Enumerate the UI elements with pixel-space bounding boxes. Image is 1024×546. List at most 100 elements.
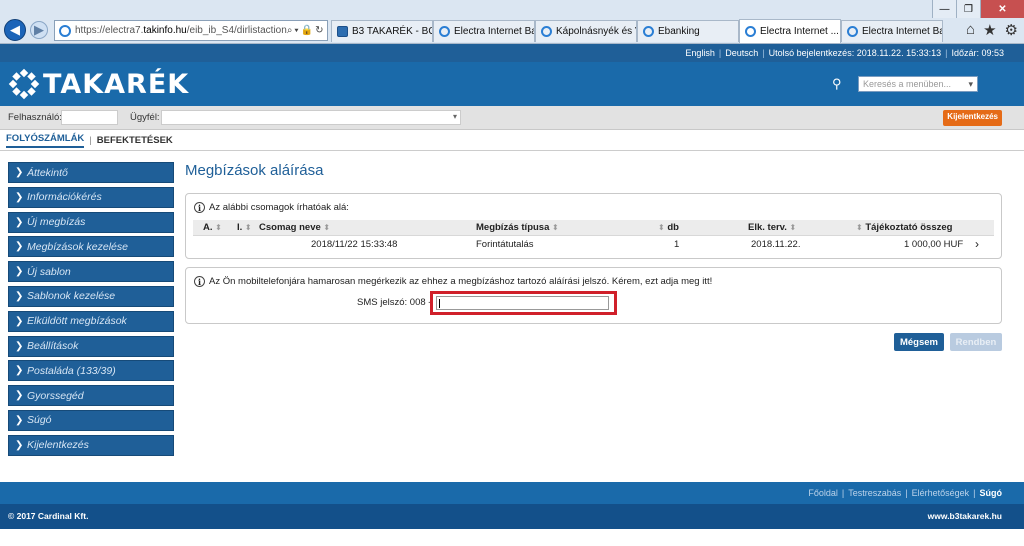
menu-search-select[interactable]: Keresés a menüben... ▾ <box>858 76 978 92</box>
sidebar-item-manage-templates[interactable]: ❯ Sablonok kezelése <box>8 285 174 307</box>
sidebar-item-logout[interactable]: ❯ Kijelentkezés <box>8 434 174 456</box>
section-tabs: FOLYÓSZÁMLÁK | BEFEKTETÉSEK <box>0 131 1024 151</box>
separator: | <box>945 48 948 58</box>
footer-customize-link[interactable]: Testreszabás <box>848 488 901 498</box>
tab-b3-takarek[interactable]: B3 TAKARÉK - BO... <box>331 20 433 42</box>
sidebar-item-help[interactable]: ❯ Súgó <box>8 409 174 431</box>
user-bar: Felhasználó: Ügyfél: ▾ Kijelentkezés <box>0 106 1024 130</box>
chevron-right-icon: ❯ <box>15 167 24 178</box>
search-icon[interactable]: ⚲ <box>832 76 842 92</box>
tab-label: Ebanking <box>658 26 700 37</box>
sidebar-item-overview[interactable]: ❯ Áttekintő <box>8 162 174 183</box>
tab-investments[interactable]: BEFEKTETÉSEK <box>97 135 173 146</box>
tab-ebanking[interactable]: Ebanking <box>637 20 739 42</box>
sidebar-item-mailbox[interactable]: ❯ Postaláda (133/39) <box>8 360 174 382</box>
col-planned[interactable]: Elk. terv. ⬍ <box>748 222 796 233</box>
sidebar-item-label: Új megbízás <box>27 216 86 229</box>
info-icon: i <box>194 276 205 287</box>
restore-button[interactable]: ❐ <box>956 0 980 18</box>
takarek-logo[interactable]: TAKARÉK <box>8 67 189 101</box>
address-path: /eib_ib_S4/dirlistaction <box>186 25 287 36</box>
last-login-text: Utolsó bejelentkezés: 2018.11.22. 15:33:… <box>768 48 942 58</box>
minimize-button[interactable]: — <box>932 0 956 18</box>
cell-type: Forintátutalás <box>476 239 534 250</box>
tab-electra-active[interactable]: Electra Internet ...✕ <box>739 19 841 43</box>
separator: | <box>905 488 908 498</box>
separator: | <box>841 488 845 498</box>
client-select[interactable]: ▾ <box>161 110 461 125</box>
sidebar-item-new-order[interactable]: ❯ Új megbízás <box>8 211 174 233</box>
tab-electra-2[interactable]: Electra Internet Ba... <box>841 20 943 42</box>
deutsch-link[interactable]: Deutsch <box>725 48 758 58</box>
chevron-right-icon: ❯ <box>15 216 24 228</box>
chevron-right-icon: ❯ <box>15 390 24 402</box>
tab-label: Electra Internet Ba... <box>862 26 942 37</box>
packages-panel: i Az alábbi csomagok írhatóak alá: A. ⬍ … <box>185 193 1002 259</box>
col-i[interactable]: I. ⬍ <box>237 222 252 233</box>
col-amount-label: Tájékoztató összeg <box>865 222 953 233</box>
tab-label: Kápolnásnyék és V... <box>556 26 636 37</box>
back-button[interactable]: ◀ <box>4 19 26 41</box>
tab-electra-1[interactable]: Electra Internet Ba... <box>433 20 535 42</box>
sort-icon: ⬍ <box>552 223 559 232</box>
col-db[interactable]: ⬍ db <box>658 222 679 233</box>
tab-label: Electra Internet ... <box>760 26 839 37</box>
cell-planned: 2018.11.22. <box>751 239 801 250</box>
favorites-star-icon[interactable]: ★ <box>983 21 996 39</box>
col-db-label: db <box>667 222 679 233</box>
footer-home-link[interactable]: Főoldal <box>808 488 838 498</box>
chevron-right-icon: ❯ <box>15 290 24 302</box>
row-expand-chevron-icon[interactable]: › <box>975 237 979 251</box>
col-amount[interactable]: ⬍ Tájékoztató összeg <box>856 222 952 233</box>
top-info-bar: English | Deutsch | Utolsó bejelentkezés… <box>0 44 1024 62</box>
sidebar-item-label: Gyorssegéd <box>27 389 84 402</box>
address-bar[interactable]: https://electra7. takinfo.hu/eib_ib_S4/di… <box>54 20 328 41</box>
col-name-label: Csomag neve <box>259 222 321 233</box>
col-a[interactable]: A. ⬍ <box>203 222 222 233</box>
table-header: A. ⬍ I. ⬍ Csomag neve ⬍ Megbízás típusa … <box>193 220 994 236</box>
tab-kapolnasnyek[interactable]: Kápolnásnyék és V... <box>535 20 637 42</box>
settings-gear-icon[interactable]: ⚙ <box>1005 21 1018 39</box>
user-field <box>61 110 118 125</box>
sidebar-item-manage-orders[interactable]: ❯ Megbízások kezelése <box>8 236 174 258</box>
footer-help-link[interactable]: Súgó <box>980 488 1003 498</box>
col-name[interactable]: Csomag neve ⬍ <box>259 222 330 233</box>
sidebar-item-info-request[interactable]: ❯ Információkérés <box>8 186 174 208</box>
sidebar-item-label: Új sablon <box>27 265 71 278</box>
page-title: Megbízások aláírása <box>185 162 324 179</box>
close-window-button[interactable]: ✕ <box>980 0 1024 18</box>
tab-accounts[interactable]: FOLYÓSZÁMLÁK <box>6 133 85 148</box>
cancel-button[interactable]: Mégsem <box>894 333 944 351</box>
sort-icon: ⬍ <box>789 223 797 232</box>
col-i-label: I. <box>237 222 243 233</box>
info-icon: i <box>194 202 205 213</box>
site-link[interactable]: www.b3takarek.hu <box>928 511 1002 521</box>
sidebar-item-sent-orders[interactable]: ❯ Elküldött megbízások <box>8 310 174 332</box>
chevron-down-icon: ▾ <box>968 78 973 89</box>
cell-amount: 1 000,00 HUF <box>904 239 964 250</box>
page-bottom <box>0 529 1024 546</box>
sidebar-item-new-template[interactable]: ❯ Új sablon <box>8 261 174 283</box>
chevron-right-icon: ❯ <box>15 365 24 377</box>
sidebar-item-quick-help[interactable]: ❯ Gyorssegéd <box>8 385 174 407</box>
english-link[interactable]: English <box>685 48 715 58</box>
menu-search-placeholder: Keresés a menüben... <box>863 79 952 89</box>
sidebar-item-settings[interactable]: ❯ Beállítások <box>8 335 174 357</box>
sidebar-item-label: Kijelentkezés <box>27 439 89 452</box>
logout-button[interactable]: Kijelentkezés <box>943 110 1002 126</box>
separator: | <box>973 488 976 498</box>
home-icon[interactable]: ⌂ <box>966 21 975 39</box>
sms-info: i Az Ön mobiltelefonjára hamarosan megér… <box>194 276 712 287</box>
address-tools-icons[interactable]: ⌕▾🔒↻ <box>287 25 326 36</box>
footer-contacts-link[interactable]: Elérhetőségek <box>912 488 970 498</box>
sort-icon: ⬍ <box>244 223 252 232</box>
col-type[interactable]: Megbízás típusa ⬍ <box>476 222 559 233</box>
ok-button[interactable]: Rendben <box>950 333 1002 351</box>
chevron-right-icon: ❯ <box>15 266 24 278</box>
forward-button[interactable]: ▶ <box>30 21 48 39</box>
packages-info: i Az alábbi csomagok írhatóak alá: <box>194 202 349 213</box>
sidebar-item-label: Sablonok kezelése <box>27 290 116 303</box>
table-row[interactable]: 2018/11/22 15:33:48 Forintátutalás 1 201… <box>193 237 994 253</box>
chevron-down-icon: ▾ <box>452 112 457 121</box>
sidebar-item-label: Postaláda (133/39) <box>27 364 116 377</box>
